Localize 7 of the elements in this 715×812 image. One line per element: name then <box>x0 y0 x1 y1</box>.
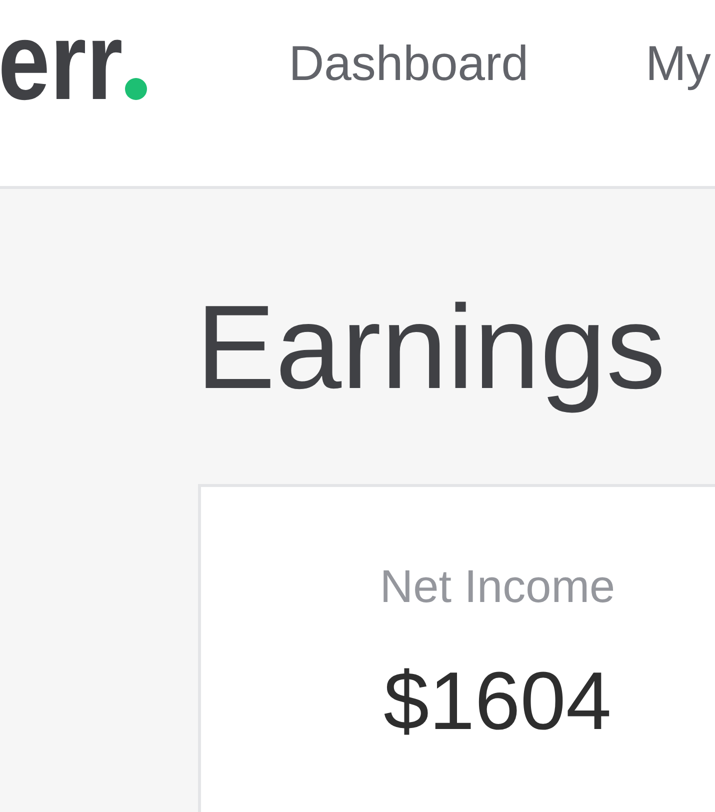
page-title: Earnings <box>196 280 666 416</box>
logo-text[interactable]: err <box>0 7 123 117</box>
logo-dot-icon <box>124 78 147 100</box>
card-label: Net Income <box>380 562 616 609</box>
nav-link[interactable]: My <box>646 40 711 89</box>
nav-link[interactable]: Dashboard <box>288 40 529 89</box>
card-value: $1604 <box>383 660 612 743</box>
